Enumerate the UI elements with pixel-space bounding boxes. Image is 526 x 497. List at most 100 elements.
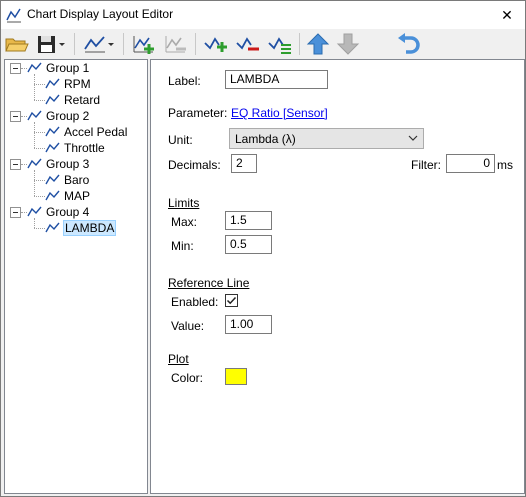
toolbar-separator [123, 33, 124, 55]
tree-item-label: MAP [64, 189, 91, 203]
remove-group-icon [165, 36, 186, 53]
channel-properties-button[interactable] [267, 31, 293, 57]
tree-group-2[interactable]: Group 2 [27, 108, 89, 124]
reference-value-input[interactable]: 1.00 [225, 315, 272, 334]
parameter-caption: Parameter: [168, 106, 228, 120]
decimals-caption: Decimals: [168, 158, 221, 172]
tree-connector [34, 148, 45, 149]
tree-connector [34, 228, 45, 229]
add-channel-button[interactable] [203, 31, 229, 57]
channel-chart-icon [45, 94, 60, 105]
chevron-down-icon [59, 43, 65, 46]
add-channel-icon [204, 37, 227, 52]
tree-item-accel-pedal[interactable]: Accel Pedal [45, 124, 127, 140]
min-caption: Min: [171, 239, 194, 253]
tree-connector [34, 84, 45, 85]
tree-group-1[interactable]: Group 1 [27, 60, 89, 76]
chart-style-icon [84, 36, 105, 53]
tree-item-retard[interactable]: Retard [45, 92, 100, 108]
group-chart-icon [27, 110, 42, 121]
tree-item-rpm[interactable]: RPM [45, 76, 91, 92]
tree-connector [34, 170, 35, 196]
group-chart-icon [27, 158, 42, 169]
tree-group-label: Group 2 [46, 109, 90, 123]
undo-button[interactable] [396, 31, 422, 57]
chevron-down-icon [108, 43, 114, 46]
collapse-toggle-icon[interactable] [10, 111, 21, 122]
tree-group-3[interactable]: Group 3 [27, 156, 89, 172]
max-caption: Max: [171, 215, 198, 229]
collapse-toggle-icon[interactable] [10, 159, 21, 170]
limits-header: Limits [168, 196, 200, 210]
label-input[interactable]: LAMBDA [225, 70, 328, 89]
close-icon: ✕ [501, 6, 513, 23]
tree-connector [34, 122, 35, 148]
tree-group-label: Group 4 [46, 205, 90, 219]
tree-item-lambda[interactable]: LAMBDA [45, 220, 117, 236]
unit-selected-value: Lambda (λ) [235, 132, 296, 146]
decimals-input[interactable]: 2 [231, 154, 257, 173]
tree-item-label: Retard [64, 93, 101, 107]
checkmark-icon [226, 296, 237, 305]
add-group-button[interactable] [131, 31, 157, 57]
tree-item-map[interactable]: MAP [45, 188, 90, 204]
move-down-icon [336, 33, 360, 55]
remove-channel-button[interactable] [235, 31, 261, 57]
reference-line-header: Reference Line [168, 276, 250, 290]
undo-icon [398, 33, 420, 54]
tree-connector [34, 74, 35, 100]
parameter-link[interactable]: EQ Ratio [Sensor] [231, 106, 328, 120]
tree-item-label: RPM [64, 77, 91, 91]
enabled-checkbox[interactable] [225, 294, 238, 307]
value-caption: Value: [171, 319, 205, 333]
unit-select[interactable]: Lambda (λ) [229, 128, 424, 149]
tree-connector [34, 196, 45, 197]
channel-tree[interactable]: Group 1 RPM Retard Group 2 Accel Pedal Thrott… [4, 59, 148, 494]
chevron-down-icon [408, 135, 418, 141]
toolbar-separator [74, 33, 75, 55]
collapse-toggle-icon[interactable] [10, 207, 21, 218]
add-group-icon [133, 36, 154, 54]
tree-connector [34, 218, 35, 228]
tree-group-label: Group 1 [46, 61, 90, 75]
tree-item-label: Accel Pedal [64, 125, 128, 139]
tree-connector [34, 132, 45, 133]
min-input[interactable]: 0.5 [225, 235, 272, 254]
max-input[interactable]: 1.5 [225, 211, 272, 230]
tree-item-throttle[interactable]: Throttle [45, 140, 105, 156]
save-button[interactable] [36, 31, 66, 57]
tree-group-4[interactable]: Group 4 [27, 204, 89, 220]
group-chart-icon [27, 206, 42, 217]
move-down-button[interactable] [336, 31, 360, 57]
move-up-button[interactable] [306, 31, 330, 57]
open-button[interactable] [4, 31, 30, 57]
title-bar: Chart Display Layout Editor ✕ [1, 1, 525, 29]
remove-group-button[interactable] [163, 31, 189, 57]
tree-connector [34, 100, 45, 101]
unit-caption: Unit: [168, 133, 193, 147]
tree-item-baro[interactable]: Baro [45, 172, 89, 188]
tree-item-label: LAMBDA [62, 220, 117, 236]
tree-item-label: Baro [64, 173, 90, 187]
color-caption: Color: [171, 371, 204, 385]
channel-chart-icon [45, 78, 60, 89]
chart-style-button[interactable] [83, 31, 115, 57]
toolbar-separator [299, 33, 300, 55]
channel-chart-icon [45, 174, 60, 185]
plot-header: Plot [168, 352, 189, 366]
chart-display-layout-editor-window: Chart Display Layout Editor ✕ Group 1 RP… [0, 0, 526, 497]
properties-panel: Label: LAMBDA Parameter: EQ Ratio [Senso… [150, 59, 525, 494]
filter-input[interactable]: 0 [446, 154, 495, 173]
remove-channel-icon [236, 37, 259, 51]
filter-unit: ms [497, 158, 513, 172]
move-up-icon [306, 33, 330, 55]
save-icon [38, 36, 55, 53]
close-button[interactable]: ✕ [489, 1, 525, 29]
filter-caption: Filter: [411, 158, 441, 172]
collapse-toggle-icon[interactable] [10, 63, 21, 74]
channel-chart-icon [45, 126, 60, 137]
plot-color-swatch[interactable] [225, 368, 247, 385]
tree-group-label: Group 3 [46, 157, 90, 171]
channel-chart-icon [45, 190, 60, 201]
window-title: Chart Display Layout Editor [27, 7, 174, 21]
